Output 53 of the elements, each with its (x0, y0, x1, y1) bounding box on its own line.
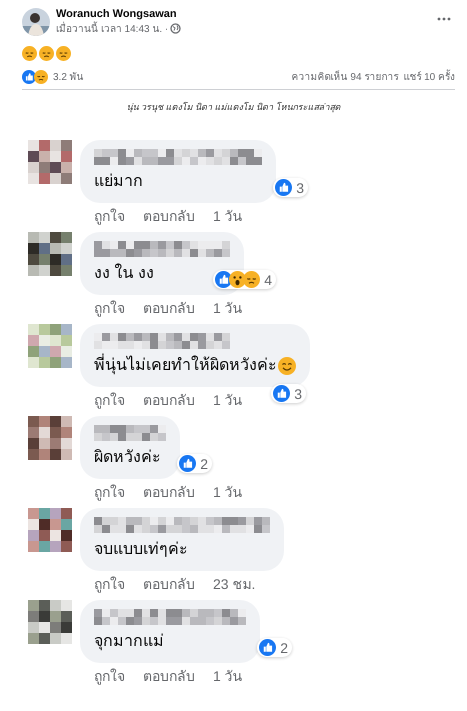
reaction-count: 4 (264, 272, 272, 288)
comment-text: พี่นุ่นไม่เคยทำให้ผิดหวังค่ะ (94, 355, 277, 377)
comment-text: จุกมากแม่ (94, 632, 164, 652)
reaction-badge[interactable]: 2 (257, 638, 292, 657)
comment-text: จบแบบเท่ๆค่ะ (94, 540, 188, 560)
comment-action-link[interactable]: ตอบกลับ (143, 389, 195, 411)
comment-time[interactable]: 1 วัน (213, 481, 243, 503)
sad-face-icon (39, 46, 54, 61)
like-icon (273, 385, 290, 402)
reaction-count: 3 (294, 386, 302, 402)
comment-text: แย่มาก (94, 172, 143, 192)
comment-action-link[interactable]: ตอบกลับ (143, 481, 195, 503)
sad-face-icon (34, 70, 48, 84)
sad-face-icon (56, 46, 71, 61)
reaction-count: 3 (296, 180, 304, 196)
sad-face-icon (243, 271, 260, 288)
comment-action-link[interactable]: ถูกใจ (94, 573, 125, 595)
reaction-badge[interactable]: 4 (213, 270, 276, 289)
globe-icon (170, 23, 182, 34)
comment-text: ผิดหวังค่ะ (94, 448, 161, 468)
comment-action-link[interactable]: ตอบกลับ (143, 297, 195, 319)
like-icon (259, 639, 276, 656)
comment-action-link[interactable]: ตอบกลับ (143, 573, 195, 595)
comment-time[interactable]: 1 วัน (213, 205, 243, 227)
comment-action-link[interactable]: ถูกใจ (94, 481, 125, 503)
reaction-count: 2 (280, 640, 288, 656)
like-icon (22, 70, 36, 84)
post-time[interactable]: เมื่อวานนี้ เวลา 14:43 น. · (56, 21, 168, 36)
comment-action-link[interactable]: ถูกใจ (94, 389, 125, 411)
reaction-badge[interactable]: 3 (273, 178, 308, 197)
comment-action-link[interactable]: ถูกใจ (94, 665, 125, 687)
comment-action-link[interactable]: ถูกใจ (94, 297, 125, 319)
comment-action-link[interactable]: ถูกใจ (94, 205, 125, 227)
comment-action-link[interactable]: ตอบกลับ (143, 205, 195, 227)
comment-time[interactable]: 1 วัน (213, 665, 243, 687)
sad-face-icon (22, 46, 37, 61)
comment-time[interactable]: 23 ชม. (213, 573, 256, 595)
smiling-face-icon (278, 357, 296, 375)
like-icon (275, 179, 292, 196)
reaction-badge[interactable]: 3 (271, 384, 306, 403)
reaction-count[interactable]: 3.2 พัน (53, 69, 84, 84)
image-caption: นุ่น วรนุช แตงโม นิดา แม่แตงโม นิดา โหนกระแสล่าสุด (125, 100, 342, 114)
reaction-badge[interactable]: 2 (177, 454, 212, 473)
comment-time[interactable]: 1 วัน (213, 389, 243, 411)
reaction-count: 2 (200, 456, 208, 472)
comment-time[interactable]: 1 วัน (213, 297, 243, 319)
comment-text: งง ใน งง (94, 263, 154, 284)
more-icon (437, 17, 451, 21)
like-icon (179, 455, 196, 472)
comment-count[interactable]: ความคิดเห็น 94 รายการ (292, 69, 398, 84)
comment-action-link[interactable]: ตอบกลับ (143, 665, 195, 687)
share-count[interactable]: แชร์ 10 ครั้ง (403, 69, 455, 84)
author-name[interactable]: Woranuch Wongsawan (56, 8, 427, 20)
